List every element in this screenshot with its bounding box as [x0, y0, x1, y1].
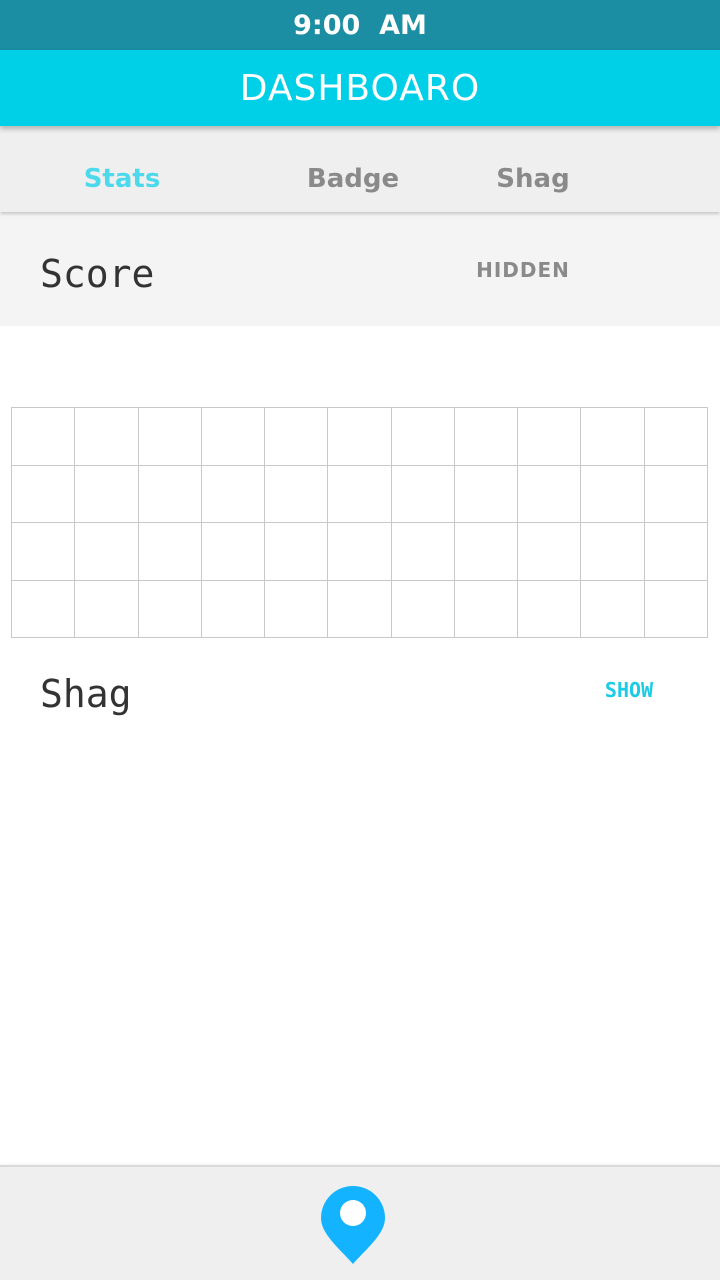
grid-cell: [391, 580, 455, 638]
grid-cell: [75, 580, 139, 638]
tab-bar: Stats Badge Shag: [0, 126, 720, 212]
grid-cell: [391, 523, 455, 581]
status-bar: 9:00 AM: [0, 0, 720, 50]
location-button[interactable]: [317, 1184, 389, 1266]
score-hidden-button[interactable]: HIDDEN: [468, 258, 578, 282]
score-title: Score: [40, 252, 155, 296]
grid-cell: [328, 408, 392, 466]
status-time: 9:00 AM: [293, 9, 427, 41]
grid-cell: [581, 580, 645, 638]
grid-cell: [644, 580, 708, 638]
grid-cell: [581, 408, 645, 466]
grid-cell: [12, 408, 76, 466]
grid-cell: [518, 465, 582, 523]
grid-cell: [644, 408, 708, 466]
grid-cell: [644, 465, 708, 523]
grid-cell: [12, 465, 76, 523]
grid-cell: [518, 580, 582, 638]
grid-cell: [138, 580, 202, 638]
grid-cell: [518, 408, 582, 466]
tab-badge[interactable]: Badge: [288, 164, 418, 204]
grid-cell: [581, 523, 645, 581]
grid-cell: [75, 408, 139, 466]
grid-cell: [265, 523, 329, 581]
grid-cell: [518, 523, 582, 581]
grid-cell: [12, 580, 76, 638]
grid-cell: [454, 465, 519, 523]
score-grid: [11, 407, 708, 638]
grid-cell: [328, 580, 392, 638]
grid-cell: [75, 465, 139, 523]
grid-cell: [265, 465, 329, 523]
grid-cell: [391, 408, 455, 466]
page-title: DASHBOARO: [239, 67, 481, 109]
grid-cell: [138, 465, 202, 523]
shag-show-button[interactable]: SHOW: [590, 678, 668, 702]
app-bar: DASHBOARO: [0, 50, 720, 126]
grid-cell: [201, 523, 266, 581]
grid-cell: [581, 465, 645, 523]
grid-cell: [328, 465, 392, 523]
grid-cell: [201, 465, 266, 523]
shag-title: Shag: [40, 672, 132, 716]
grid-cell: [454, 523, 519, 581]
grid-cell: [12, 523, 76, 581]
grid-cell: [454, 580, 519, 638]
grid-cell: [75, 523, 139, 581]
tab-stats[interactable]: Stats: [62, 164, 182, 204]
tab-shag[interactable]: Shag: [478, 164, 588, 204]
grid-cell: [201, 580, 266, 638]
bottom-bar: [0, 1165, 720, 1280]
score-section: Score HIDDEN: [0, 212, 720, 326]
grid-cell: [391, 465, 455, 523]
grid-cell: [328, 523, 392, 581]
grid-cell: [201, 408, 266, 466]
grid-cell: [265, 408, 329, 466]
grid-cell: [138, 408, 202, 466]
grid-cell: [265, 580, 329, 638]
location-pin-icon: [321, 1186, 385, 1264]
grid-cell: [644, 523, 708, 581]
grid-cell: [138, 523, 202, 581]
grid-cell: [454, 408, 519, 466]
